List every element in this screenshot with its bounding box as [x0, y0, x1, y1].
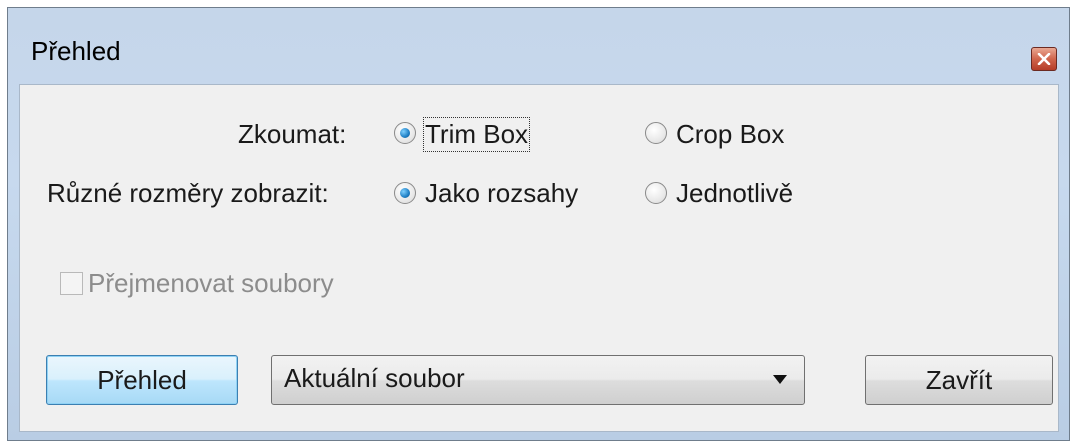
dialog-window: Přehled Zkoumat: Trim Box Crop Box Různé… [7, 7, 1070, 441]
chevron-down-icon [773, 375, 787, 384]
scope-select[interactable]: Aktuální soubor [271, 355, 805, 405]
dialog-content: Zkoumat: Trim Box Crop Box Různé rozměry… [19, 84, 1059, 432]
radio-trim-box[interactable] [394, 122, 416, 144]
radio-individually[interactable] [645, 182, 667, 204]
radio-individually-label[interactable]: Jednotlivě [676, 178, 793, 209]
window-title: Přehled [31, 36, 121, 66]
radio-trim-box-label[interactable]: Trim Box [422, 117, 531, 152]
radio-crop-box[interactable] [645, 122, 667, 144]
preview-button-label: Přehled [97, 364, 187, 395]
rename-files-label: Přejmenovat soubory [88, 268, 334, 298]
radio-as-ranges-label[interactable]: Jako rozsahy [425, 178, 578, 209]
close-window-button[interactable] [1031, 47, 1057, 71]
title-bar: Přehled [8, 8, 1069, 82]
radio-as-ranges[interactable] [394, 182, 416, 204]
rename-files-checkbox[interactable] [60, 272, 83, 295]
sizes-label: Různé rozměry zobrazit: [47, 178, 329, 208]
close-icon [1037, 53, 1051, 65]
scope-select-value: Aktuální soubor [284, 363, 465, 393]
radio-crop-box-label[interactable]: Crop Box [676, 119, 784, 150]
close-button-label: Zavřít [925, 364, 993, 395]
examine-label: Zkoumat: [238, 119, 347, 149]
close-button[interactable]: Zavřít [865, 355, 1053, 405]
preview-button[interactable]: Přehled [46, 355, 238, 405]
